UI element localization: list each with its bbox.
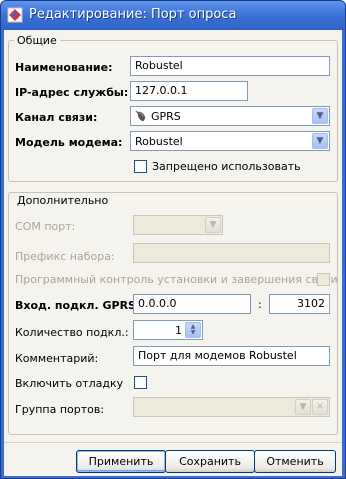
extra-group-title: Дополнительно (14, 194, 112, 207)
forbid-checkbox[interactable] (134, 160, 147, 173)
gprs-ip-input[interactable]: 0.0.0.0 (133, 294, 251, 314)
channel-label: Канал связи: (15, 111, 98, 124)
forbid-label[interactable]: Запрещено использовать (152, 160, 301, 173)
divider (4, 442, 342, 443)
mouse-icon (135, 110, 146, 122)
channel-value: GPRS (151, 110, 181, 123)
dialog-body: Общие Наименование: Robustel IP-адрес сл… (4, 30, 342, 476)
name-label: Наименование: (15, 61, 113, 74)
count-value: 1 (175, 324, 182, 337)
name-input[interactable]: Robustel (130, 56, 330, 76)
debug-checkbox[interactable] (134, 376, 147, 389)
gprs-port-input[interactable]: 3102 (269, 294, 330, 314)
program-control-checkbox[interactable] (317, 273, 330, 286)
modem-label: Модель модема: (15, 136, 123, 149)
modem-value: Robustel (135, 135, 183, 148)
gprs-colon: : (258, 298, 262, 311)
gprs-port-value: 3102 (297, 297, 325, 310)
com-port-label: COM порт: (15, 220, 76, 233)
general-group-title: Общие (14, 34, 60, 47)
apply-button[interactable]: Применить (76, 450, 166, 473)
chevron-down-icon[interactable]: ▼ (312, 108, 328, 124)
chevron-down-icon[interactable]: ▼ (295, 399, 311, 415)
title-bar[interactable]: Редактирование: Порт опроса (1, 1, 345, 30)
chevron-down-icon[interactable]: ▼ (312, 133, 328, 149)
gprs-label: Вход. подкл. GPRS: (15, 299, 141, 312)
spin-arrows-icon[interactable]: ▲ ▼ (185, 322, 201, 338)
window-title: Редактирование: Порт опроса (29, 7, 237, 22)
port-group-select[interactable]: ▼ ✕ (133, 397, 330, 417)
save-button[interactable]: Сохранить (165, 450, 255, 473)
channel-select[interactable]: GPRS ▼ (130, 106, 330, 126)
modem-select[interactable]: Robustel ▼ (130, 131, 330, 151)
close-icon[interactable]: ✕ (312, 399, 328, 415)
count-stepper[interactable]: 1 ▲ ▼ (133, 320, 203, 340)
port-group-label: Группа портов: (15, 403, 105, 416)
comment-label: Комментарий: (15, 352, 99, 365)
prefix-label: Префикс набора: (15, 250, 115, 263)
ip-input[interactable]: 127.0.0.1 (130, 81, 248, 101)
dialog-window: Редактирование: Порт опроса Общие Наимен… (0, 0, 346, 479)
debug-label: Включить отладку (15, 377, 124, 390)
count-label: Количество подкл.: (15, 326, 129, 339)
ip-label: IP-адрес службы: (15, 86, 129, 99)
cancel-button[interactable]: Отменить (254, 450, 336, 473)
com-port-select[interactable]: ▼ (133, 215, 223, 235)
program-control-label: Программный контроль установки и заверше… (15, 273, 338, 286)
comment-input[interactable]: Порт для модемов Robustel (133, 346, 330, 366)
app-icon (7, 7, 23, 23)
prefix-input[interactable] (133, 243, 330, 263)
chevron-down-icon[interactable]: ▼ (205, 217, 221, 233)
